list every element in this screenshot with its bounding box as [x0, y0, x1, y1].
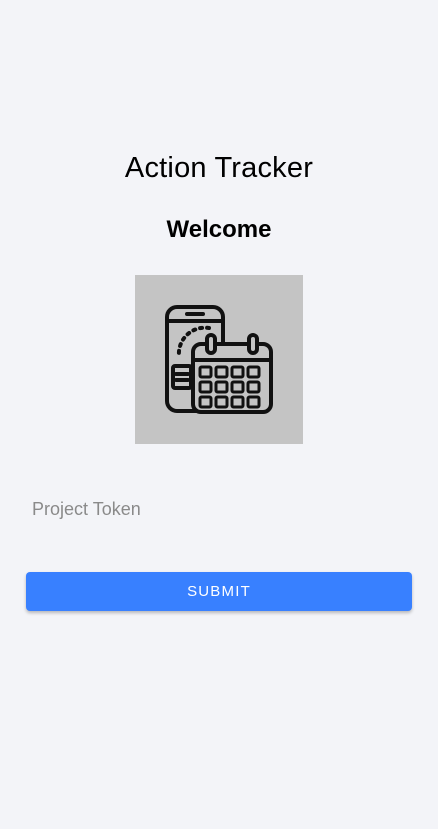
project-token-input[interactable]	[32, 494, 406, 524]
phone-calendar-icon	[165, 305, 273, 414]
login-screen: Action Tracker Welcome Project Token SUB…	[0, 0, 438, 829]
app-title: Action Tracker	[124, 152, 314, 184]
welcome-heading: Welcome	[166, 216, 272, 243]
app-logo	[135, 275, 303, 444]
submit-button[interactable]: SUBMIT	[26, 572, 412, 611]
